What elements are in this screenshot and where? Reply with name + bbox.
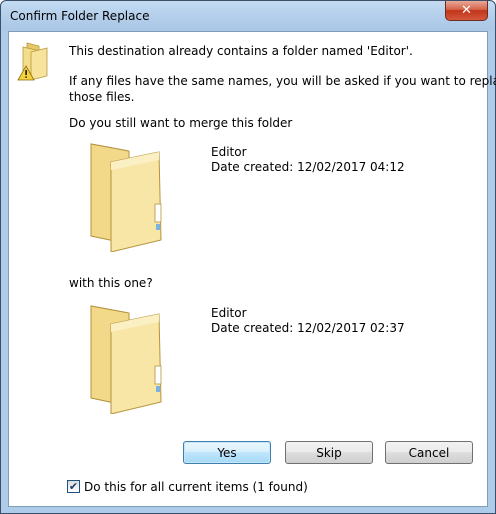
title-bar[interactable]: Confirm Folder Replace ✕ xyxy=(1,1,495,31)
with-this-one: with this one? xyxy=(69,276,153,290)
window-title: Confirm Folder Replace xyxy=(10,9,150,23)
checkmark-icon: ✔ xyxy=(68,480,79,493)
folder-icon xyxy=(90,305,162,414)
close-icon: ✕ xyxy=(461,3,472,18)
source-folder-date: Date created: 12/02/2017 04:12 xyxy=(211,160,405,174)
merge-question: Do you still want to merge this folder xyxy=(69,116,293,130)
message-line-2: If any files have the same names, you wi… xyxy=(69,74,496,88)
skip-button[interactable]: Skip xyxy=(285,441,373,464)
apply-to-all-label[interactable]: Do this for all current items (1 found) xyxy=(84,479,308,495)
message-line-3: those files. xyxy=(69,90,135,104)
dialog-content: This destination already contains a fold… xyxy=(8,31,496,507)
dest-folder-date: Date created: 12/02/2017 02:37 xyxy=(211,321,405,335)
cancel-button[interactable]: Cancel xyxy=(385,441,473,464)
close-button[interactable]: ✕ xyxy=(445,1,488,21)
message-line-1: This destination already contains a fold… xyxy=(69,44,413,58)
yes-button[interactable]: Yes xyxy=(183,441,271,464)
confirm-folder-replace-dialog: Confirm Folder Replace ✕ This destinatio… xyxy=(0,0,496,514)
folder-icon xyxy=(90,143,162,252)
apply-to-all-checkbox[interactable]: ✔ xyxy=(67,480,80,493)
dest-folder-name: Editor xyxy=(211,306,247,320)
source-folder-name: Editor xyxy=(211,145,247,159)
folder-warning-icon xyxy=(17,42,48,81)
